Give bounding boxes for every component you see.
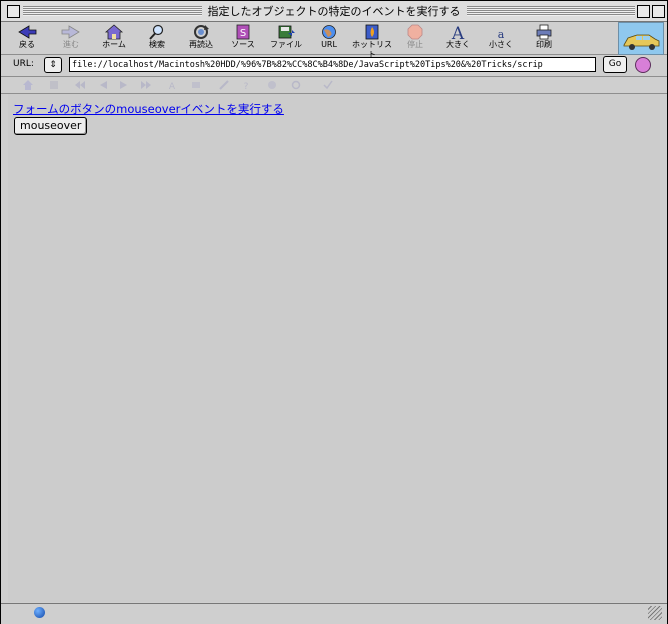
font-smaller-button[interactable]: a 小さく: [479, 23, 523, 53]
nav-bookmark-icon[interactable]: [191, 80, 201, 90]
source-label: ソース: [231, 40, 255, 49]
print-label: 印刷: [536, 40, 552, 49]
globe-status-icon: [34, 607, 45, 618]
source-icon: S: [236, 24, 250, 40]
window-title: 指定したオブジェクトの特定のイベントを実行する: [201, 5, 467, 18]
nav-home-icon[interactable]: [23, 80, 33, 90]
svg-text:S: S: [240, 28, 246, 39]
status-bar: [1, 603, 667, 624]
nav-last-icon[interactable]: [141, 80, 151, 90]
home-label: ホーム: [102, 40, 126, 49]
window-title-wrap: 指定したオブジェクトの特定のイベントを実行する: [1, 3, 667, 19]
browser-logo[interactable]: [618, 22, 664, 55]
reload-button[interactable]: 再読込: [179, 23, 223, 53]
font-larger-icon: A: [451, 24, 465, 40]
url-input[interactable]: file://localhost/Macintosh%20HDD/%96%7B%…: [69, 57, 596, 72]
font-larger-label: 大きく: [446, 40, 470, 49]
nav-edit-icon[interactable]: [219, 80, 229, 90]
forward-button[interactable]: 進む: [49, 23, 93, 53]
search-label: 検索: [149, 40, 165, 49]
nav-prev-icon[interactable]: [99, 80, 109, 90]
home-button[interactable]: ホーム: [92, 23, 136, 53]
font-smaller-label: 小さく: [489, 40, 513, 49]
collapse-box-button[interactable]: [652, 5, 665, 18]
svg-text:a: a: [498, 28, 505, 40]
zoom-box-button[interactable]: [637, 5, 650, 18]
url-bar: URL: ⇕ file://localhost/Macintosh%20HDD/…: [1, 55, 667, 77]
stop-label: 停止: [407, 40, 423, 49]
print-button[interactable]: 印刷: [522, 23, 566, 53]
resize-grip[interactable]: [648, 606, 662, 620]
url-label: URL: [321, 40, 337, 49]
nav-settings-icon[interactable]: [267, 80, 277, 90]
svg-text:A: A: [451, 24, 465, 40]
url-field-label: URL:: [13, 59, 34, 69]
forward-arrow-icon: [61, 25, 80, 39]
file-label: ファイル: [270, 40, 302, 49]
globe-icon: [322, 25, 336, 39]
back-label: 戻る: [19, 40, 35, 49]
nav-first-icon[interactable]: [75, 80, 85, 90]
svg-text:A: A: [169, 82, 176, 90]
up-down-arrows-icon: ⇕: [49, 60, 57, 70]
nav-help-icon[interactable]: ?: [241, 80, 251, 90]
file-button[interactable]: ファイル: [264, 23, 308, 53]
browser-window: 指定したオブジェクトの特定のイベントを実行する 戻る 進む ホーム 検索 再読込…: [0, 0, 668, 624]
execute-mouseover-link[interactable]: フォームのボタンのmouseoverイベントを実行する: [13, 101, 284, 117]
nav-next-icon[interactable]: [118, 80, 128, 90]
font-smaller-icon: a: [498, 28, 505, 40]
source-button[interactable]: S ソース: [221, 23, 265, 53]
reload-icon: [194, 25, 209, 39]
back-button[interactable]: 戻る: [5, 23, 49, 53]
car-logo-icon: [623, 34, 660, 50]
back-arrow-icon: [18, 25, 37, 39]
forward-label: 進む: [63, 40, 79, 49]
stop-button[interactable]: 停止: [393, 23, 437, 53]
nav-check-icon[interactable]: [323, 80, 333, 90]
nav-refresh-icon[interactable]: [291, 80, 301, 90]
hotlist-icon: [365, 24, 379, 40]
svg-text:?: ?: [244, 82, 249, 90]
nav-grid-icon[interactable]: [49, 80, 59, 90]
mouseover-button[interactable]: mouseover: [14, 117, 88, 135]
file-icon: [278, 25, 295, 39]
font-larger-button[interactable]: A 大きく: [436, 23, 480, 53]
title-bar[interactable]: 指定したオブジェクトの特定のイベントを実行する: [1, 1, 667, 22]
page-navigation-bar: A ?: [1, 77, 667, 94]
go-button[interactable]: Go: [603, 56, 627, 73]
status-face-icon: [635, 57, 651, 73]
nav-font-icon[interactable]: A: [167, 80, 177, 90]
reload-label: 再読込: [189, 40, 213, 49]
print-icon: [536, 24, 552, 40]
url-button[interactable]: URL: [307, 23, 351, 53]
navigation-toolbar: 戻る 進む ホーム 検索 再読込 S ソース ファイル URL ホットリスト 停…: [1, 22, 667, 59]
search-icon: [149, 24, 164, 40]
home-icon: [104, 24, 124, 40]
stop-icon: [407, 24, 423, 40]
page-content: フォームのボタンのmouseoverイベントを実行する mouseover: [8, 94, 660, 602]
hotlist-button[interactable]: ホットリスト: [350, 23, 394, 59]
history-dropdown-button[interactable]: ⇕: [44, 57, 62, 73]
search-button[interactable]: 検索: [135, 23, 179, 53]
